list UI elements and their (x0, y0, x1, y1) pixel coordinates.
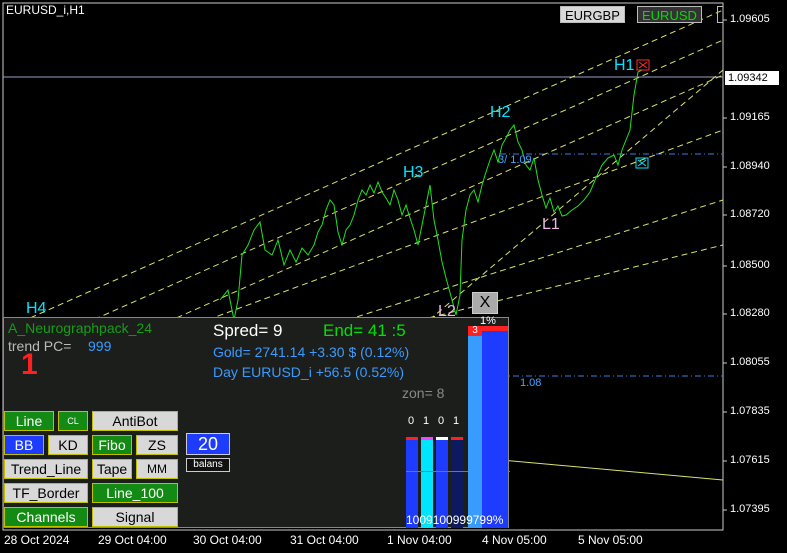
time-label: 28 Oct 2024 (4, 533, 70, 547)
h3-label: H3 (403, 164, 424, 181)
zone-text: zon= 8 (402, 385, 445, 401)
l1-label: L1 (542, 216, 560, 233)
price-label: 1.08055 (730, 356, 770, 368)
window-title: EURUSD_i,H1 (6, 3, 85, 17)
h4-label: H4 (26, 300, 47, 317)
price-label: 1.08720 (730, 208, 770, 220)
price-label: 1.07615 (730, 454, 770, 466)
time-label: 31 Oct 04:00 (290, 533, 359, 547)
fibo-button[interactable]: Fibo (92, 435, 132, 455)
eurusd-button[interactable]: EURUSD (637, 6, 702, 23)
trend-label: trend PC= (8, 338, 72, 354)
bar-top-value: 0 (438, 415, 445, 427)
h1-label: H1 (614, 57, 635, 74)
channels-button[interactable]: Channels (4, 507, 88, 527)
time-label: 29 Oct 04:00 (98, 533, 167, 547)
current-price-label: 1.09342 (725, 71, 779, 85)
balance-label: balans (186, 458, 230, 472)
time-label: 4 Nov 05:00 (482, 533, 547, 547)
price-label: 1.09165 (730, 111, 770, 123)
price-label: 1.07395 (730, 503, 770, 515)
level-b-label: 1.08 (520, 377, 542, 389)
big-bar-left: 3 (468, 326, 482, 528)
kd-button[interactable]: KD (48, 435, 88, 455)
h1-close-marker[interactable] (636, 59, 650, 71)
price-label: 1.08280 (730, 307, 770, 319)
cl-button[interactable]: CL (58, 411, 88, 431)
bars-bottom-text: 1009100999799% (406, 513, 504, 527)
level-a-label: 3/ 1.09 (498, 154, 532, 166)
trend-line-button[interactable]: Trend_Line (4, 459, 88, 479)
big-bar-right (482, 326, 508, 528)
price-label: 1.09605 (730, 13, 770, 25)
eurgbp-button[interactable]: EURGBP (560, 6, 625, 23)
line-button[interactable]: Line (4, 411, 54, 431)
price-label: 1.07835 (730, 405, 770, 417)
day-change-text: Day EURUSD_i +56.5 (0.52%) (213, 364, 405, 380)
signal-button[interactable]: Signal (92, 507, 178, 527)
big-bar-pct: 1% (480, 315, 496, 327)
panel-close-button[interactable]: X (472, 292, 498, 314)
line-100-button[interactable]: Line_100 (92, 483, 178, 503)
time-label: 30 Oct 04:00 (193, 533, 262, 547)
axis-ticks (723, 19, 727, 511)
antibot-button[interactable]: AntiBot (92, 411, 178, 431)
balance-counter: 20 (186, 433, 230, 455)
mm-button[interactable]: MM (136, 459, 178, 479)
bar-top-value: 1 (453, 415, 460, 427)
bar-top-value: 1 (423, 415, 430, 427)
gold-text: Gold= 2741.14 +3.30 $ (0.12%) (213, 344, 410, 360)
price-label: 1.08500 (730, 259, 770, 271)
h2-label: H2 (490, 104, 511, 121)
signal-number: 1 (21, 348, 38, 381)
time-label: 5 Nov 05:00 (578, 533, 643, 547)
tape-button[interactable]: Tape (92, 459, 132, 479)
price-label: 1.08940 (730, 160, 770, 172)
indicator-panel: A_Neurographpack_24 trend PC= 999 1 Spre… (3, 315, 510, 528)
bar-top-value: 0 (408, 415, 415, 427)
bb-button[interactable]: BB (4, 435, 44, 455)
time-label: 1 Nov 04:00 (387, 533, 452, 547)
symbol-button-partial[interactable] (717, 6, 723, 23)
zs-button[interactable]: ZS (136, 435, 178, 455)
tf-border-button[interactable]: TF_Border (4, 483, 88, 503)
price-line (219, 69, 643, 321)
big-bar-marker: 3 (468, 326, 482, 336)
spread-text: Spred= 9 (213, 321, 283, 340)
panel-name: A_Neurographpack_24 (8, 320, 152, 336)
trend-value: 999 (88, 338, 112, 354)
end-text: End= 41 :5 (323, 321, 406, 340)
